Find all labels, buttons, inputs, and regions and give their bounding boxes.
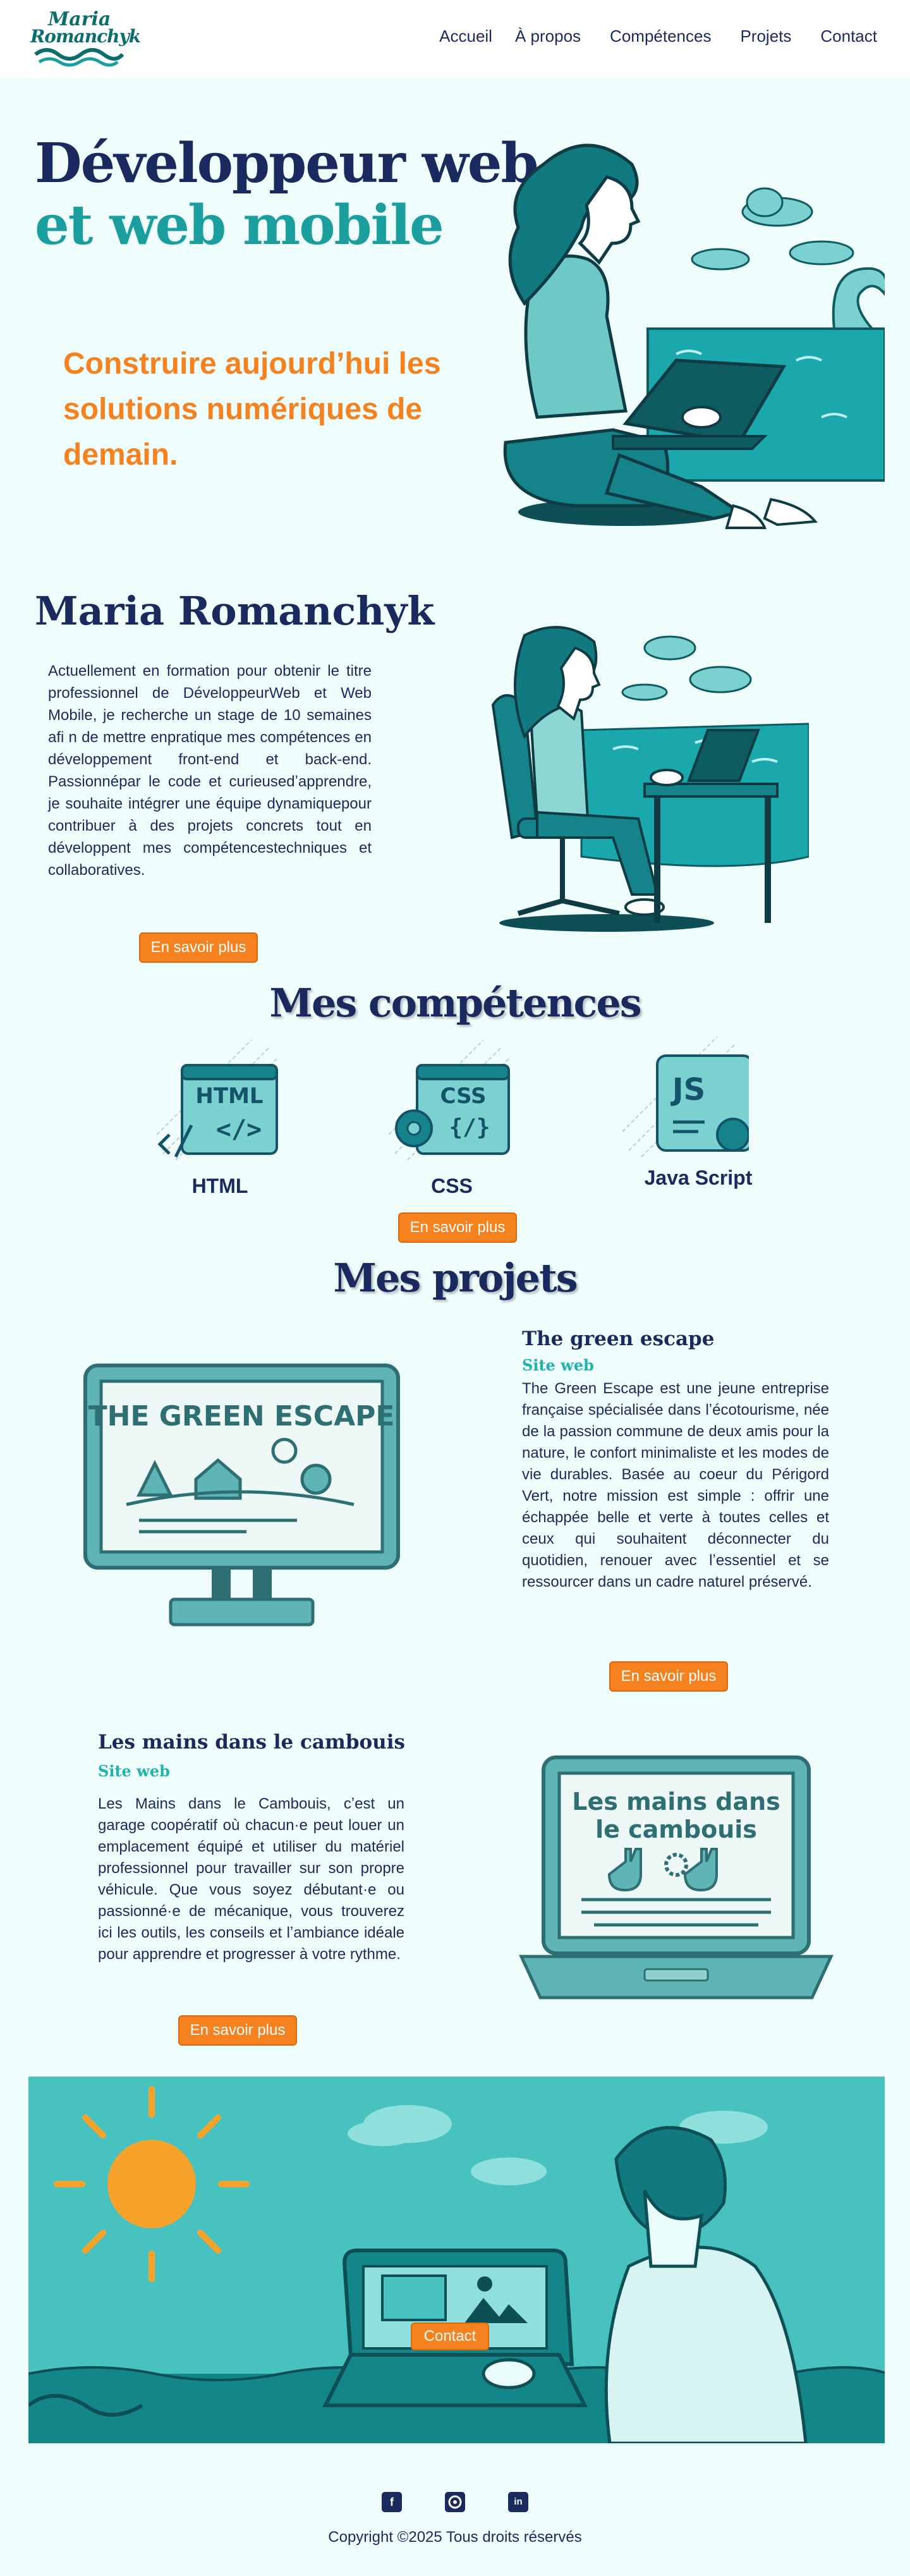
project-1-title[interactable]: The green escape bbox=[522, 1328, 714, 1350]
hero-title-line1: Développeur web bbox=[35, 131, 539, 195]
hero-title-line2: et web mobile bbox=[35, 193, 444, 257]
github-icon[interactable] bbox=[445, 2492, 465, 2512]
projects-title: Mes projets bbox=[333, 1255, 578, 1301]
nav-projets[interactable]: Projets bbox=[740, 27, 791, 46]
nav-a-propos[interactable]: À propos bbox=[515, 27, 581, 46]
footer-social: f in bbox=[0, 2492, 910, 2512]
linkedin-icon[interactable]: in bbox=[508, 2492, 528, 2512]
about-illustration bbox=[491, 626, 809, 932]
cambouis-screen-line2: le cambouis bbox=[595, 1816, 757, 1843]
js-skill-icon: JS bbox=[622, 1037, 749, 1157]
site-header: Maria Romanchyk Accueil À propos Compéte… bbox=[0, 0, 910, 78]
project-2-title[interactable]: Les mains dans le cambouis bbox=[98, 1731, 405, 1754]
project-1-subtitle: Site web bbox=[522, 1356, 594, 1374]
project-1-text: The Green Escape est une jeune entrepris… bbox=[522, 1380, 829, 1590]
skill-label-html: HTML bbox=[191, 1175, 248, 1197]
about-text: Actuellement en formation pour obtenir l… bbox=[48, 662, 372, 879]
skills-title: Mes compétences bbox=[269, 980, 641, 1026]
logo-wave-icon bbox=[34, 48, 124, 67]
hero-illustration bbox=[503, 143, 885, 529]
contact-button[interactable]: Contact bbox=[411, 2323, 489, 2350]
css-icon-code: {/} bbox=[449, 1114, 490, 1140]
cambouis-screen-line1: Les mains dans bbox=[572, 1788, 780, 1816]
js-icon-text: JS bbox=[670, 1072, 705, 1108]
html-skill-icon: HTML </> bbox=[157, 1040, 278, 1161]
nav-contact[interactable]: Contact bbox=[820, 27, 877, 46]
project-2-subtitle: Site web bbox=[98, 1762, 170, 1780]
css-skill-icon: CSS {/} bbox=[389, 1040, 510, 1161]
logo[interactable]: Maria Romanchyk bbox=[30, 6, 141, 72]
hero-title: Développeur web et web mobile bbox=[35, 131, 539, 257]
about-more-button[interactable]: En savoir plus bbox=[139, 932, 258, 963]
skill-label-css: CSS bbox=[431, 1175, 473, 1197]
footer-copyright: Copyright ©2025 Tous droits réservés bbox=[328, 2529, 582, 2546]
logo-line-2: Romanchyk bbox=[30, 26, 141, 47]
project-2-text: Les Mains dans le Cambouis, cʼest un gar… bbox=[98, 1795, 404, 1963]
facebook-icon[interactable]: f bbox=[382, 2492, 402, 2512]
contact-banner bbox=[28, 2077, 885, 2443]
green-escape-monitor[interactable]: THE GREEN ESCAPE bbox=[82, 1362, 401, 1631]
nav-competences[interactable]: Compétences bbox=[610, 27, 711, 46]
green-escape-screen-title: THE GREEN ESCAPE bbox=[88, 1400, 395, 1432]
html-icon-text: HTML bbox=[195, 1084, 263, 1109]
html-icon-code: </> bbox=[216, 1115, 262, 1144]
cambouis-laptop[interactable]: Les mains dans le cambouis bbox=[518, 1754, 834, 2007]
main-nav: Accueil À propos Compétences Projets Con… bbox=[439, 27, 877, 46]
css-icon-text: CSS bbox=[440, 1084, 486, 1109]
about-title: Maria Romanchyk bbox=[35, 588, 435, 634]
nav-accueil[interactable]: Accueil bbox=[439, 27, 492, 46]
skills-more-button[interactable]: En savoir plus bbox=[398, 1212, 517, 1243]
project-2-more-button[interactable]: En savoir plus bbox=[178, 2015, 297, 2046]
skill-label-js: Java Script bbox=[644, 1166, 753, 1189]
hero-subtitle: Construire aujourd’hui les solutions num… bbox=[63, 347, 441, 472]
project-1-more-button[interactable]: En savoir plus bbox=[609, 1661, 728, 1692]
